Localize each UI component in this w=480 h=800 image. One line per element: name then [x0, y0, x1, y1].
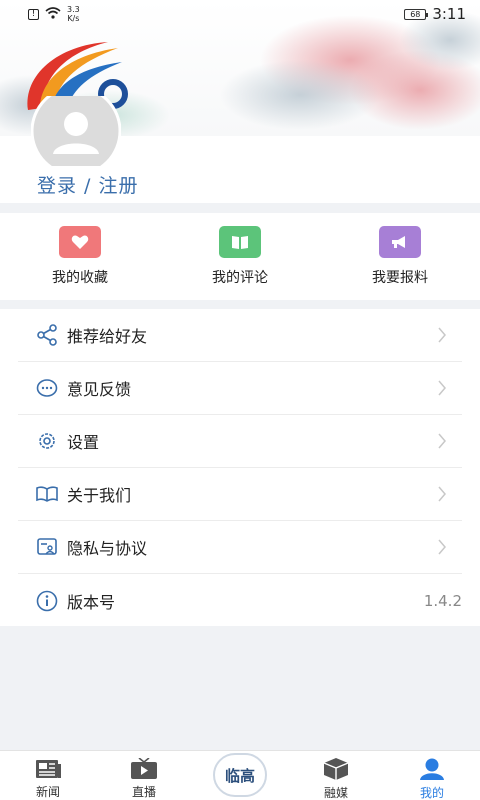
profile-header: 登录 / 注册: [0, 0, 480, 203]
alert-icon: !: [28, 8, 39, 20]
user-icon: [417, 757, 447, 781]
cube-icon: [321, 757, 351, 781]
app-screen: 登录 / 注册 ! 3.3 K/s 68 3:11 我的收藏 我的评论 我要报料…: [0, 0, 480, 800]
battery-icon: 68: [404, 8, 429, 20]
menu-settings[interactable]: 设置: [18, 415, 462, 468]
open-book-icon: [35, 482, 59, 506]
tv-icon: [129, 757, 159, 780]
chevron-right-icon: [432, 431, 452, 451]
chevron-right-icon: [432, 484, 452, 504]
chevron-right-icon: [432, 537, 452, 557]
settings-menu: 推荐给好友 意见反馈 设置 关于我们 隐私与协议 版本号 1.4.2: [0, 309, 480, 626]
menu-share[interactable]: 推荐给好友: [18, 309, 462, 362]
menu-feedback[interactable]: 意见反馈: [18, 362, 462, 415]
quick-favorites[interactable]: 我的收藏: [0, 213, 160, 300]
tab-mine[interactable]: 我的: [384, 751, 480, 800]
login-register-link[interactable]: 登录 / 注册: [37, 171, 138, 198]
tab-media[interactable]: 融媒: [288, 751, 384, 800]
book-icon: [219, 226, 261, 258]
menu-privacy[interactable]: 隐私与协议: [18, 521, 462, 574]
heart-icon: [59, 226, 101, 258]
share-icon: [35, 323, 59, 347]
chevron-right-icon: [432, 378, 452, 398]
avatar[interactable]: [30, 85, 122, 177]
status-bar: ! 3.3 K/s 68 3:11: [0, 0, 480, 28]
bottom-tab-bar: 新闻 直播 临高 融媒 我的: [0, 750, 480, 800]
wifi-icon: [45, 6, 61, 22]
chevron-right-icon: [432, 325, 452, 345]
menu-version: 版本号 1.4.2: [18, 574, 462, 627]
quick-report[interactable]: 我要报料: [320, 213, 480, 300]
megaphone-icon: [379, 226, 421, 258]
tab-center-logo[interactable]: 临高: [192, 751, 288, 800]
quick-comments[interactable]: 我的评论: [160, 213, 320, 300]
feedback-icon: [35, 376, 59, 400]
gear-icon: [35, 429, 59, 453]
version-value: 1.4.2: [423, 591, 462, 610]
tab-live[interactable]: 直播: [96, 751, 192, 800]
info-icon: [35, 589, 59, 613]
quick-actions: 我的收藏 我的评论 我要报料: [0, 213, 480, 300]
center-logo-button[interactable]: 临高: [213, 753, 267, 797]
network-speed: 3.3 K/s: [67, 5, 80, 23]
menu-about[interactable]: 关于我们: [18, 468, 462, 521]
clock: 3:11: [432, 5, 466, 23]
privacy-icon: [35, 535, 59, 559]
news-icon: [33, 757, 63, 780]
tab-news[interactable]: 新闻: [0, 751, 96, 800]
